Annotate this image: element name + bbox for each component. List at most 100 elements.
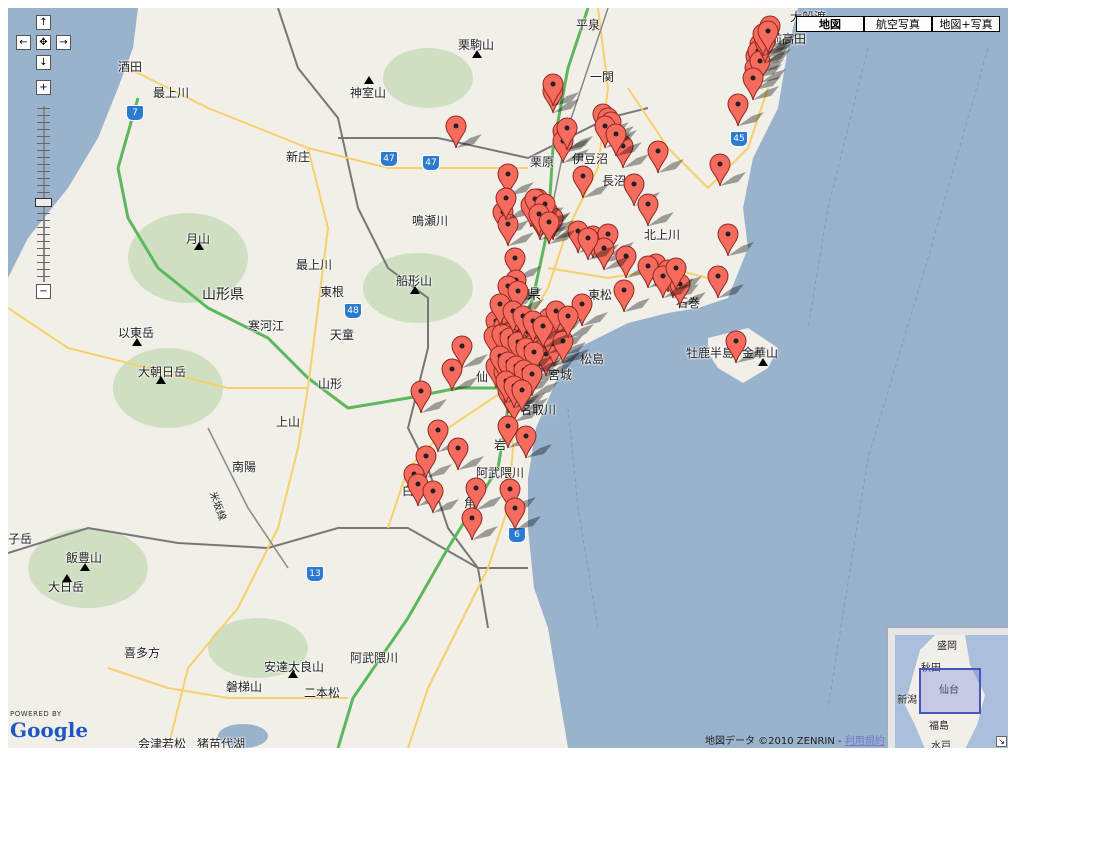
zoom-tick xyxy=(37,178,50,179)
zoom-in-button[interactable]: + xyxy=(36,80,51,95)
route-shield: 13 xyxy=(306,566,324,582)
map-label: 栗原 xyxy=(530,155,555,169)
zoom-tick xyxy=(37,255,50,256)
zoom-slider-thumb[interactable] xyxy=(35,198,52,207)
zoom-tick xyxy=(37,143,50,144)
zoom-tick xyxy=(37,108,50,109)
pan-reset-button[interactable]: ✥ xyxy=(36,35,51,50)
map-label: 阿武隈川 xyxy=(350,651,399,665)
mountain-icon xyxy=(288,670,298,678)
zoom-tick xyxy=(37,227,50,228)
location-marker[interactable] xyxy=(757,20,794,55)
map-label: 山形県 xyxy=(202,287,244,303)
pan-right-button[interactable]: → xyxy=(56,35,71,50)
location-marker[interactable] xyxy=(647,140,684,175)
map-label: 磐梯山 xyxy=(226,680,263,694)
overview-label: 福島 xyxy=(929,721,949,732)
map-label: 神室山 xyxy=(350,86,387,100)
map-label: 山形 xyxy=(318,377,343,391)
overview-map[interactable]: 盛岡 秋田 仙台 新潟 福島 水戸 ↘ xyxy=(887,627,1008,748)
location-marker[interactable] xyxy=(572,165,609,200)
overview-map-canvas[interactable]: 盛岡 秋田 仙台 新潟 福島 水戸 xyxy=(895,635,1008,748)
zoom-tick xyxy=(37,269,50,270)
zoom-tick xyxy=(37,171,50,172)
location-marker[interactable] xyxy=(511,379,548,414)
zoom-out-button[interactable]: − xyxy=(36,284,51,299)
zoom-tick xyxy=(37,129,50,130)
location-marker[interactable] xyxy=(556,117,593,152)
zoom-tick xyxy=(37,248,50,249)
location-marker[interactable] xyxy=(461,507,498,542)
location-marker[interactable] xyxy=(441,358,478,393)
map-type-hybrid-button[interactable]: 地図+写真 xyxy=(932,16,1000,32)
route-shield: 45 xyxy=(730,131,748,147)
map-type-map-button[interactable]: 地図 xyxy=(796,16,864,32)
map-label: 最上川 xyxy=(296,258,333,272)
location-marker[interactable] xyxy=(410,380,447,415)
route-shield: 7 xyxy=(126,105,144,121)
location-marker[interactable] xyxy=(447,437,484,472)
zoom-tick xyxy=(37,234,50,235)
map-label: 会津若松 xyxy=(138,737,187,748)
mountain-icon xyxy=(156,376,166,384)
location-marker[interactable] xyxy=(717,223,754,258)
map-type-satellite-button[interactable]: 航空写真 xyxy=(864,16,932,32)
overview-label: 水戸 xyxy=(931,741,951,748)
pan-up-button[interactable]: ↑ xyxy=(36,15,51,30)
location-marker[interactable] xyxy=(709,153,746,188)
map-label: 平泉 xyxy=(576,18,601,32)
location-marker[interactable] xyxy=(542,73,579,108)
location-marker[interactable] xyxy=(665,257,702,292)
overview-toggle-button[interactable]: ↘ xyxy=(996,736,1007,747)
overview-viewport-box[interactable] xyxy=(919,668,981,714)
google-logo[interactable]: POWERED BY Google xyxy=(10,710,88,742)
location-marker[interactable] xyxy=(465,477,502,512)
pan-left-button[interactable]: ← xyxy=(16,35,31,50)
map-label: 二本松 xyxy=(304,686,341,700)
pan-down-button[interactable]: ↓ xyxy=(36,55,51,70)
zoom-tick xyxy=(37,164,50,165)
zoom-tick xyxy=(37,185,50,186)
map-label: 一関 xyxy=(590,70,615,84)
mountain-icon xyxy=(472,50,482,58)
location-marker[interactable] xyxy=(605,123,642,158)
location-marker[interactable] xyxy=(613,279,650,314)
map-label: 寒河江 xyxy=(248,319,285,333)
location-marker[interactable] xyxy=(577,227,614,262)
map-label: 南陽 xyxy=(232,460,257,474)
location-marker[interactable] xyxy=(725,330,762,365)
location-marker[interactable] xyxy=(707,265,744,300)
zoom-tick xyxy=(37,213,50,214)
overview-label: 盛岡 xyxy=(937,641,957,652)
overview-label: 新潟 xyxy=(897,695,917,706)
map-label: 子岳 xyxy=(8,532,33,546)
location-marker[interactable] xyxy=(538,211,575,246)
mountain-icon xyxy=(62,574,72,582)
mountain-icon xyxy=(410,286,420,294)
mountain-icon xyxy=(80,563,90,571)
location-marker[interactable] xyxy=(504,497,541,532)
location-marker[interactable] xyxy=(637,193,674,228)
map-canvas[interactable]: 平泉 栗駒山 酒田 最上川 神室山 一関 陸前高田 大船渡 新庄 栗原 伊豆沼 … xyxy=(8,8,1008,748)
map-label: 酒田 xyxy=(118,60,143,74)
terms-link[interactable]: 利用規約 xyxy=(845,736,885,747)
location-marker[interactable] xyxy=(497,415,534,450)
map-label: 上山 xyxy=(276,415,301,429)
route-shield: 47 xyxy=(422,155,440,171)
route-shield: 48 xyxy=(344,303,362,319)
map-label: 北上川 xyxy=(644,228,681,242)
location-marker[interactable] xyxy=(515,425,552,460)
zoom-tick xyxy=(37,122,50,123)
zoom-tick xyxy=(37,157,50,158)
zoom-tick xyxy=(37,192,50,193)
copyright-label: 地図データ ©2010 ZENRIN - xyxy=(705,736,845,747)
map-label: 鳴瀬川 xyxy=(412,214,449,228)
zoom-tick xyxy=(37,150,50,151)
location-marker[interactable] xyxy=(557,305,594,340)
location-marker[interactable] xyxy=(742,67,779,102)
map-label: 天童 xyxy=(330,328,355,342)
route-shield: 47 xyxy=(380,151,398,167)
location-marker[interactable] xyxy=(422,480,459,515)
location-marker[interactable] xyxy=(445,115,482,150)
location-marker[interactable] xyxy=(495,187,532,222)
